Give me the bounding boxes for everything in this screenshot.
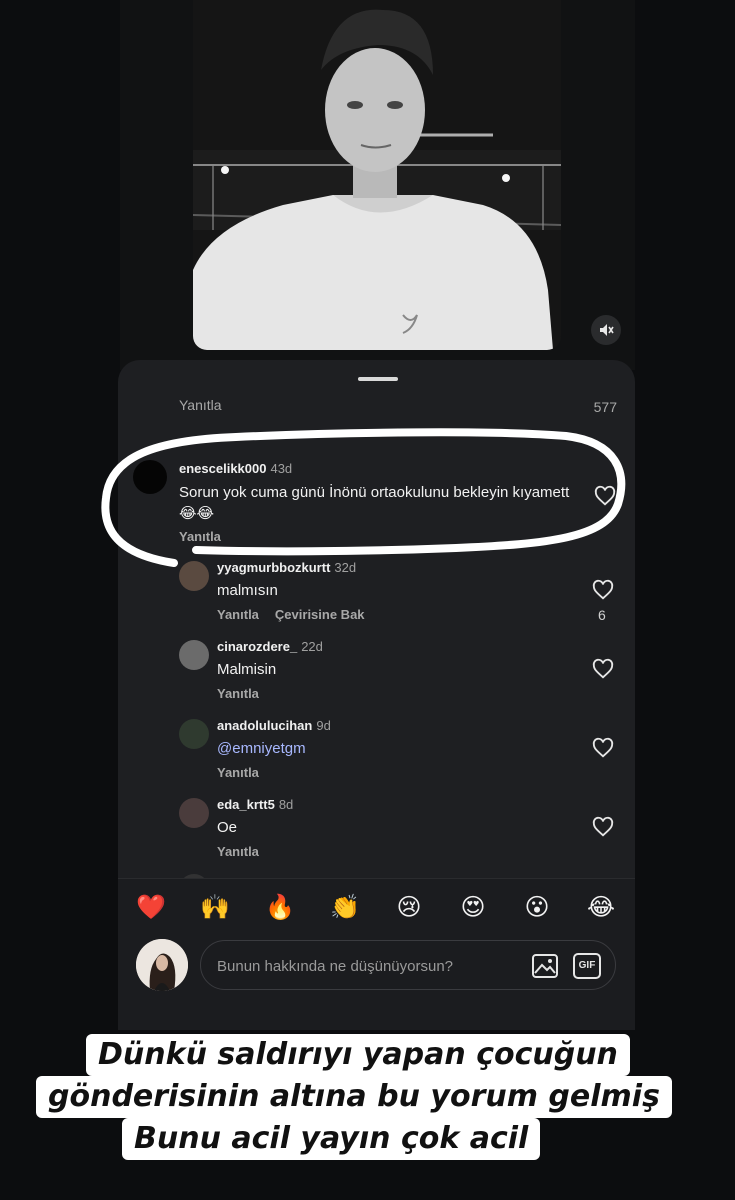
reply-button[interactable]: Yanıtla [179, 397, 222, 413]
comment-text: Oe [217, 819, 238, 836]
comment-time: 9d [316, 718, 331, 733]
comment-username[interactable]: eda_krtt5 8d [217, 797, 293, 812]
comment-text: Sorun yok cuma günü İnönü ortaokulunu be… [179, 484, 570, 522]
comment-time: 43d [270, 461, 293, 476]
comment-text: Malmisin [217, 661, 277, 678]
my-avatar [136, 939, 188, 991]
heart-icon[interactable] [592, 579, 614, 601]
person-photo [193, 0, 561, 350]
reaction-heart-button[interactable]: ❤️ [136, 893, 166, 923]
reaction-fire-button[interactable]: 🔥 [265, 893, 295, 923]
comment-input[interactable] [217, 954, 517, 978]
comment-time: 32d [334, 560, 357, 575]
avatar[interactable] [179, 561, 209, 591]
comment-username[interactable]: cinarozdere_ 22d [217, 639, 323, 654]
comment-input-box[interactable]: GIF [200, 940, 616, 990]
avatar[interactable] [179, 719, 209, 749]
profile-picture [136, 939, 188, 991]
avatar[interactable] [179, 798, 209, 828]
reaction-surprised-button[interactable]: 😮 [522, 893, 552, 923]
heart-icon[interactable] [592, 737, 614, 759]
heart-icon[interactable] [594, 485, 616, 507]
reaction-bar: ❤️ 🙌 🔥 👏 😢 😍 😮 😂 [118, 878, 635, 936]
reaction-laughing-button[interactable]: 😂 [586, 893, 616, 923]
comment-actions: Yanıtla Çevirisine Bak [217, 607, 365, 622]
gif-button[interactable]: GIF [573, 953, 601, 979]
comment-reply-button[interactable]: Yanıtla [217, 844, 259, 859]
reaction-crying-button[interactable]: 😢 [394, 893, 424, 923]
see-translation-link[interactable]: Çevirisine Bak [275, 607, 365, 622]
comment-username[interactable]: yyagmurbbozkurtt 32d [217, 560, 356, 575]
avatar[interactable] [133, 460, 167, 494]
reaction-heart-eyes-button[interactable]: 😍 [458, 893, 488, 923]
mute-button[interactable] [591, 315, 621, 345]
caption-line-1: Dünkü saldırıyı yapan çocuğun [86, 1034, 630, 1076]
comment-mention-link[interactable]: @emniyetgm [217, 738, 306, 759]
comment-text: malmısın [217, 582, 278, 599]
caption-line-3: Bunu acil yayın çok acil [122, 1118, 541, 1160]
comment-composer: GIF [118, 936, 635, 1030]
comment-time: 22d [301, 639, 323, 654]
comment-reply-button[interactable]: Yanıtla [179, 529, 221, 544]
comment-username[interactable]: anadolulucihan 9d [217, 718, 331, 733]
sheet-drag-handle[interactable] [358, 377, 398, 381]
heart-icon[interactable] [592, 816, 614, 838]
comment-username[interactable]: enescelikk000 43d [179, 461, 292, 476]
comment-reply-button[interactable]: Yanıtla [217, 686, 259, 701]
comment-reply-button[interactable]: Yanıtla [217, 765, 259, 780]
comment-reply-button[interactable]: Yanıtla [217, 607, 259, 622]
heart-icon[interactable] [592, 658, 614, 680]
caption-line-2: gönderisinin altına bu yorum gelmiş [36, 1076, 672, 1118]
comment-time: 8d [278, 797, 294, 812]
reaction-raised-hands-button[interactable]: 🙌 [200, 893, 230, 923]
comment-like-count: 6 [598, 607, 606, 623]
image-icon[interactable] [531, 953, 559, 979]
reaction-clap-button[interactable]: 👏 [330, 893, 360, 923]
avatar[interactable] [179, 640, 209, 670]
like-count: 577 [593, 399, 617, 415]
speaker-muted-icon [600, 324, 614, 336]
post-video-photo[interactable] [193, 0, 561, 350]
